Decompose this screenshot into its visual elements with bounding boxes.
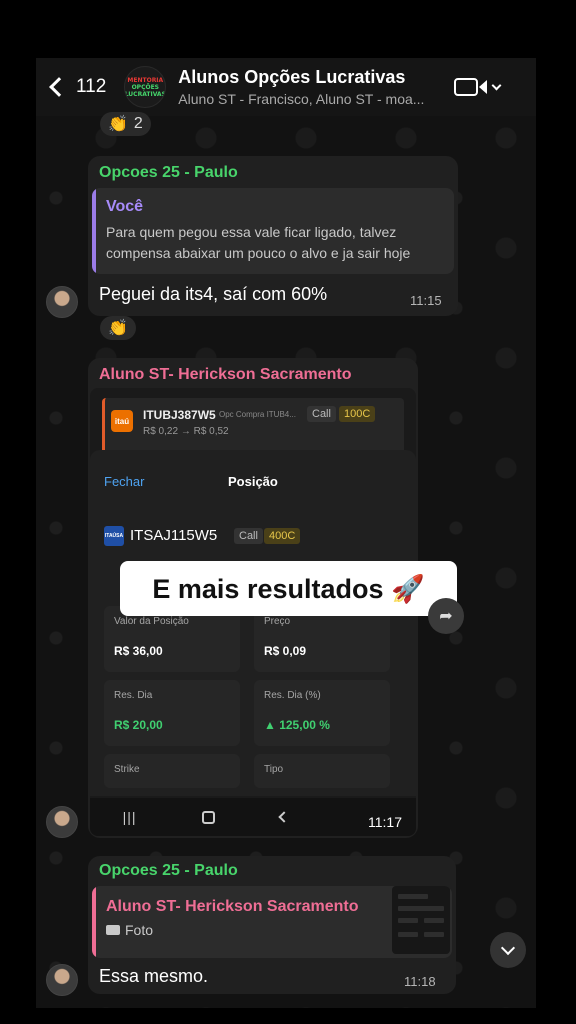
- scroll-to-bottom-button[interactable]: [490, 932, 526, 968]
- sender-avatar[interactable]: [46, 806, 78, 838]
- price-change: R$ 0,22 → R$ 0,52: [143, 426, 229, 437]
- position-type-chip: Call: [234, 528, 263, 544]
- recent-apps-icon: |||: [122, 809, 137, 825]
- forward-arrow-icon: ➦: [439, 608, 453, 625]
- arrow-right-icon: →: [180, 426, 194, 437]
- camera-icon: [106, 925, 120, 935]
- chevron-down-icon: [491, 80, 502, 90]
- quoted-message[interactable]: Você Para quem pegou essa vale ficar lig…: [92, 188, 454, 274]
- sender-name[interactable]: Opcoes 25 - Paulo: [99, 164, 249, 182]
- forward-button[interactable]: ➦: [428, 598, 464, 634]
- option-strike-chip: 100C: [339, 406, 376, 422]
- video-call-button[interactable]: [454, 78, 502, 96]
- itausa-logo: ITAÚSA: [104, 526, 124, 546]
- price-from: R$ 0,22: [143, 426, 179, 437]
- home-icon: [201, 810, 215, 824]
- chat-title-area[interactable]: Alunos Opções Lucrativas Aluno ST - Fran…: [178, 67, 428, 107]
- group-title: Alunos Opções Lucrativas: [178, 67, 406, 87]
- message-time: 11:15: [410, 293, 442, 308]
- group-subtitle: Aluno ST - Francisco, Aluno ST - moa...: [178, 91, 425, 107]
- quote-author: Aluno ST- Herickson Sacramento: [106, 898, 359, 915]
- media-type: Foto: [125, 922, 154, 938]
- stat-label: Valor da Posição: [114, 616, 189, 627]
- stat-cell: Tipo: [254, 754, 390, 788]
- position-strike-chip: 400C: [264, 528, 301, 544]
- position-ticker: ITSAJ115W5: [130, 527, 218, 544]
- avatar-logo-line: OPÇÕES: [131, 83, 159, 91]
- back-button[interactable]: 112: [48, 76, 106, 98]
- message-time: 11:18: [404, 974, 436, 989]
- unread-count: 112: [76, 76, 107, 97]
- sender-avatar[interactable]: [46, 286, 78, 318]
- option-type-chip: Call: [307, 406, 336, 422]
- stat-cell: Res. Dia (%) ▲ 125,00 %: [254, 680, 390, 746]
- sender-name[interactable]: Opcoes 25 - Paulo: [99, 862, 249, 880]
- back-arrow-icon: [278, 811, 290, 823]
- group-avatar[interactable]: MENTORIA OPÇÕES LUCRATIVAS: [124, 66, 167, 108]
- message-time: 11:17: [368, 814, 402, 830]
- message-text: Essa mesmo.: [99, 966, 209, 986]
- message-text: Peguei da its4, saí com 60%: [99, 284, 328, 304]
- video-camera-icon: [454, 78, 479, 96]
- quote-bar: [92, 886, 96, 958]
- clap-emoji: 👏: [108, 320, 128, 337]
- stat-cell: Res. Dia R$ 20,00: [104, 680, 240, 746]
- reaction-count: 2: [133, 115, 143, 132]
- stat-label: Preço: [264, 616, 291, 627]
- stat-value: R$ 0,09: [264, 644, 307, 658]
- quote-bar: [92, 188, 96, 274]
- avatar-logo-line: LUCRATIVAS: [124, 90, 166, 98]
- sheet-title: Posição: [228, 474, 278, 489]
- stat-value: R$ 36,00: [114, 644, 163, 658]
- chevron-left-icon: [49, 77, 69, 97]
- reaction-pill[interactable]: 👏 2: [100, 112, 151, 136]
- stat-value: R$ 20,00: [114, 718, 163, 732]
- close-link: Fechar: [104, 474, 145, 489]
- quote-author: Você: [106, 198, 144, 215]
- caption-text: E mais resultados 🚀: [152, 573, 425, 604]
- stat-label: Res. Dia: [114, 690, 153, 701]
- quote-thumbnail: [392, 886, 450, 954]
- option-ticker: ITUBJ387W5: [143, 408, 216, 422]
- chat-screen: 112 MENTORIA OPÇÕES LUCRATIVAS Alunos Op…: [36, 58, 536, 1008]
- stat-value: ▲ 125,00 %: [264, 718, 330, 732]
- reaction-pill[interactable]: 👏: [100, 316, 136, 340]
- position-sheet: Fechar Posição ITAÚSA ITSAJ115W5 Call 40…: [90, 450, 416, 796]
- sender-name[interactable]: Aluno ST- Herickson Sacramento: [99, 366, 359, 384]
- message-bubble[interactable]: Opcoes 25 - Paulo Você Para quem pegou e…: [88, 156, 458, 316]
- clap-emoji: 👏: [108, 116, 128, 133]
- story-caption: E mais resultados 🚀: [120, 561, 457, 616]
- stat-cell: Strike: [104, 754, 240, 788]
- avatar-logo-line: MENTORIA: [127, 76, 164, 84]
- chat-header: 112 MENTORIA OPÇÕES LUCRATIVAS Alunos Op…: [36, 58, 536, 116]
- sender-avatar[interactable]: [46, 964, 78, 996]
- price-to: R$ 0,52: [193, 426, 229, 437]
- stat-label: Tipo: [264, 764, 284, 775]
- message-bubble[interactable]: Opcoes 25 - Paulo Aluno ST- Herickson Sa…: [88, 856, 456, 994]
- video-lens-icon: [479, 80, 488, 94]
- itau-logo: itaú: [111, 410, 133, 432]
- chevron-down-icon: [500, 940, 516, 955]
- option-description: Opc Compra ITUB4...: [219, 410, 296, 419]
- quoted-message[interactable]: Aluno ST- Herickson Sacramento Foto: [92, 886, 452, 958]
- stat-label: Res. Dia (%): [264, 690, 321, 701]
- stat-label: Strike: [114, 764, 140, 775]
- quote-text: Para quem pegou essa vale ficar ligado, …: [106, 224, 411, 261]
- quote-media-label: Foto: [106, 922, 153, 938]
